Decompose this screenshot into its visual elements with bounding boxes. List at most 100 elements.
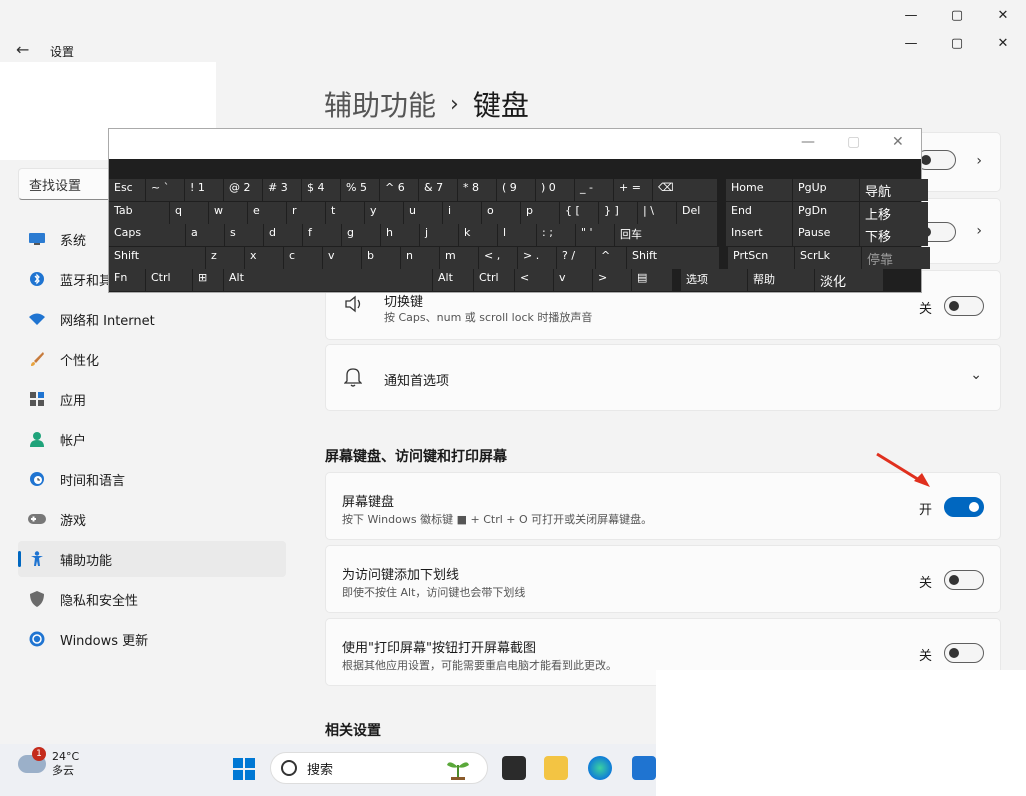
osk-key[interactable]: ! 1 (185, 179, 223, 201)
osk-key[interactable]: w (209, 201, 247, 224)
osk-nav-key[interactable]: 帮助 (748, 269, 814, 291)
sidebar-item-privacy[interactable]: 隐私和安全性 (18, 581, 286, 617)
osk-key[interactable]: l (498, 224, 536, 246)
osk-key[interactable]: o (482, 201, 520, 224)
sidebar-item-network[interactable]: 网络和 Internet (18, 301, 286, 337)
osk-close-button[interactable]: ✕ (892, 134, 904, 150)
sidebar-item-gaming[interactable]: 游戏 (18, 501, 286, 537)
osk-nav-key[interactable]: 导航 (860, 179, 928, 201)
osk-key[interactable]: 回车 (615, 224, 717, 246)
osk-key[interactable]: v (323, 246, 361, 269)
osk-key[interactable]: Ctrl (146, 269, 192, 291)
taskbar-search[interactable]: 搜索 (270, 752, 488, 784)
osk-key[interactable]: d (264, 224, 302, 246)
osk-key[interactable]: * 8 (458, 179, 496, 201)
osk-key[interactable]: Fn (109, 269, 145, 291)
notification-preferences-card[interactable]: 通知首选项 ⌄ (325, 344, 1001, 411)
osk-key[interactable]: ~ ` (146, 179, 184, 201)
minimize-button[interactable]: — (888, 0, 934, 30)
osk-key[interactable]: } ] (599, 201, 637, 224)
osk-key[interactable]: g (342, 224, 380, 246)
osk-nav-key[interactable]: 淡化 (815, 269, 883, 291)
hidden-toggle-1[interactable] (916, 150, 956, 170)
on-screen-keyboard-switch[interactable] (944, 497, 984, 517)
osk-key[interactable]: $ 4 (302, 179, 340, 201)
osk-key[interactable]: ⊞ (193, 269, 223, 291)
osk-key[interactable]: | \ (638, 201, 676, 224)
osk-key[interactable]: ▤ (632, 269, 672, 291)
osk-key[interactable]: k (459, 224, 497, 246)
osk-key[interactable]: p (521, 201, 559, 224)
sidebar-item-apps[interactable]: 应用 (18, 381, 286, 417)
osk-key[interactable]: x (245, 246, 283, 269)
osk-key[interactable]: Del (677, 201, 717, 224)
osk-key[interactable]: < (515, 269, 553, 291)
osk-key[interactable]: ? / (557, 246, 595, 269)
osk-key[interactable]: Alt (433, 269, 473, 291)
osk-key[interactable]: q (170, 201, 208, 224)
osk-key[interactable]: b (362, 246, 400, 269)
sidebar-item-windows-update[interactable]: Windows 更新 (18, 621, 286, 657)
osk-key[interactable]: + = (614, 179, 652, 201)
edge-browser-icon[interactable] (588, 756, 612, 780)
osk-nav-key[interactable]: PgDn (793, 201, 859, 224)
osk-key[interactable]: t (326, 201, 364, 224)
osk-key[interactable]: i (443, 201, 481, 224)
osk-nav-key[interactable]: PgUp (793, 179, 859, 201)
osk-key[interactable]: Esc (109, 179, 145, 201)
osk-key[interactable]: Shift (627, 246, 719, 269)
osk-key[interactable]: @ 2 (224, 179, 262, 201)
osk-key[interactable]: ⌫ (653, 179, 717, 201)
osk-key[interactable]: c (284, 246, 322, 269)
osk-key[interactable]: : ; (537, 224, 575, 246)
osk-key[interactable]: ) 0 (536, 179, 574, 201)
osk-key[interactable]: a (186, 224, 224, 246)
osk-nav-key[interactable]: 选项 (681, 269, 747, 291)
osk-key[interactable]: s (225, 224, 263, 246)
osk-key[interactable]: { [ (560, 201, 598, 224)
osk-key[interactable]: z (206, 246, 244, 269)
osk-key[interactable]: e (248, 201, 286, 224)
osk-key[interactable]: % 5 (341, 179, 379, 201)
windows-start-icon[interactable] (233, 758, 255, 780)
osk-nav-key[interactable]: End (726, 201, 792, 224)
osk-nav-key[interactable]: 上移 (860, 201, 928, 224)
osk-key[interactable]: ^ 6 (380, 179, 418, 201)
osk-minimize-button[interactable]: — (801, 134, 815, 150)
osk-key[interactable]: Shift (109, 246, 205, 269)
task-view-icon[interactable] (502, 756, 526, 780)
back-arrow-icon[interactable]: ← (16, 40, 29, 59)
osk-maximize-button[interactable]: ▢ (847, 134, 860, 150)
osk-key[interactable]: < , (479, 246, 517, 269)
osk-key[interactable]: " ' (576, 224, 614, 246)
file-explorer-icon[interactable] (544, 756, 568, 780)
osk-nav-key[interactable]: 停靠 (862, 246, 930, 269)
weather-widget[interactable]: 1 24°C 多云 (18, 747, 79, 778)
osk-key[interactable]: > . (518, 246, 556, 269)
osk-key[interactable]: # 3 (263, 179, 301, 201)
osk-key[interactable]: _ - (575, 179, 613, 201)
osk-key[interactable]: n (401, 246, 439, 269)
print-screen-switch[interactable] (944, 643, 984, 663)
breadcrumb-parent[interactable]: 辅助功能 (324, 84, 436, 124)
osk-key[interactable]: Alt (224, 269, 432, 291)
maximize-button[interactable]: ▢ (934, 28, 980, 58)
osk-key[interactable]: m (440, 246, 478, 269)
sidebar-item-accounts[interactable]: 帐户 (18, 421, 286, 457)
sidebar-item-accessibility[interactable]: 辅助功能 (18, 541, 286, 577)
toggle-keys-switch[interactable] (944, 296, 984, 316)
access-key-underline-switch[interactable] (944, 570, 984, 590)
osk-key[interactable]: h (381, 224, 419, 246)
osk-nav-key[interactable]: ScrLk (795, 246, 861, 269)
osk-key[interactable]: f (303, 224, 341, 246)
osk-key[interactable]: > (593, 269, 631, 291)
osk-key[interactable]: j (420, 224, 458, 246)
osk-key[interactable]: ^ (596, 246, 626, 269)
osk-key[interactable]: Ctrl (474, 269, 514, 291)
sidebar-item-time-language[interactable]: 时间和语言 (18, 461, 286, 497)
osk-nav-key[interactable]: PrtScn (728, 246, 794, 269)
osk-key[interactable]: u (404, 201, 442, 224)
osk-key[interactable]: ( 9 (497, 179, 535, 201)
osk-key[interactable]: v (554, 269, 592, 291)
osk-key[interactable]: Caps (109, 224, 185, 246)
